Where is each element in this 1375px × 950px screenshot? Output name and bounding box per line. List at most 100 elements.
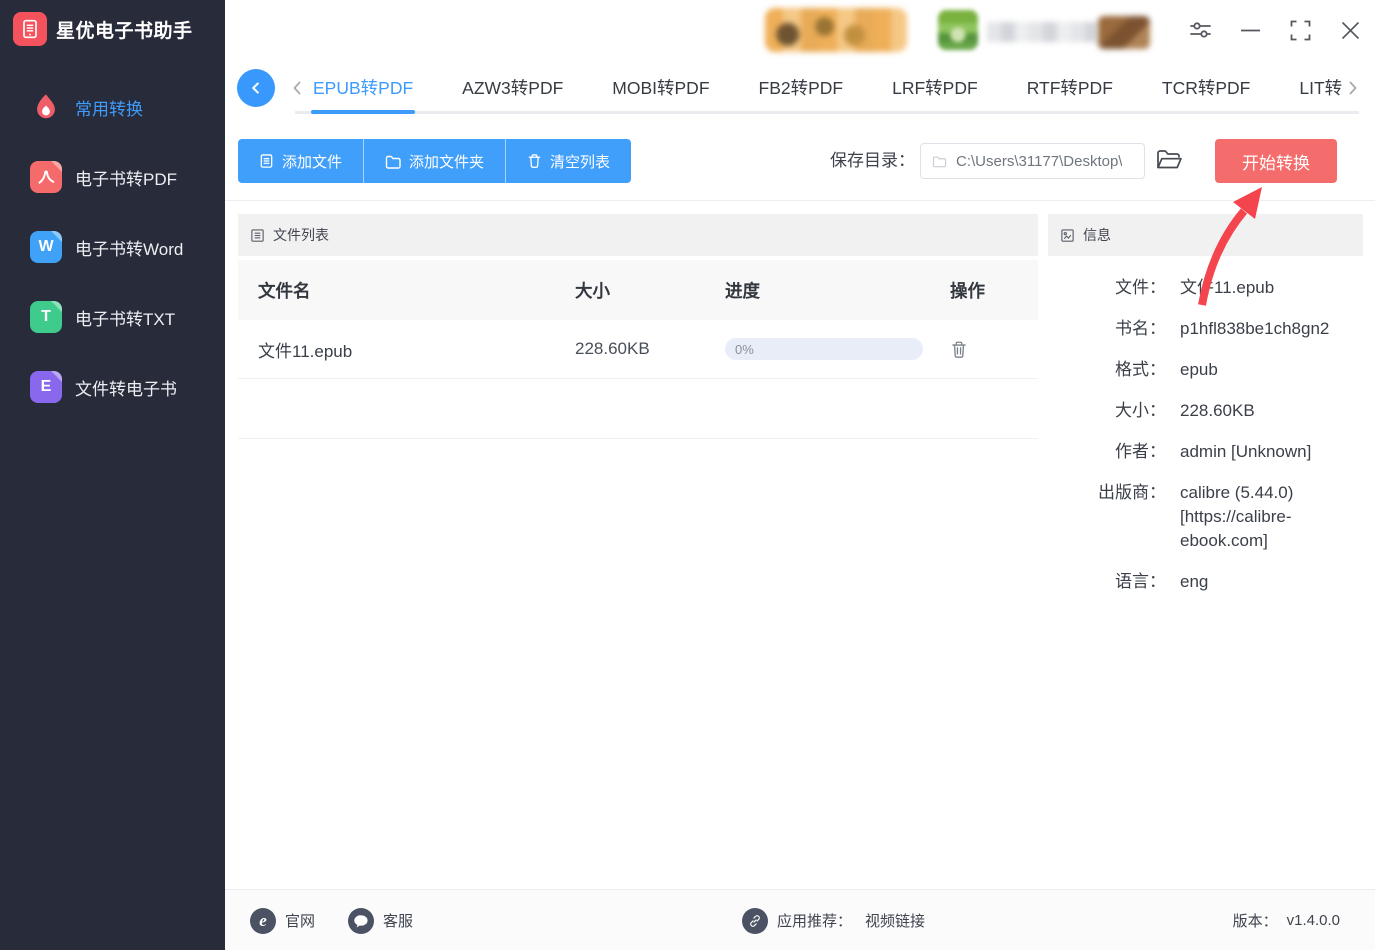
maximize-icon[interactable] [1289, 19, 1312, 42]
column-progress: 进度 [725, 278, 950, 303]
divider [225, 200, 1375, 201]
add-file-button[interactable]: 添加文件 [238, 139, 364, 183]
censored-user-badge [1098, 16, 1150, 49]
column-action: 操作 [950, 278, 1038, 303]
footer: e 官网 客服 应用推荐： [225, 889, 1375, 950]
flame-icon [30, 91, 62, 123]
tabs-scroll-left-icon[interactable] [291, 60, 303, 115]
progress-value: 0% [735, 342, 754, 357]
tab-mobi-to-pdf[interactable]: MOBI转PDF [612, 75, 709, 100]
sidebar-item-label: 电子书转TXT [75, 305, 175, 330]
info-row-format: 格式： epub [1048, 358, 1363, 382]
ebook-file-icon: E [30, 371, 62, 403]
tabs-scroll-right-icon[interactable] [1347, 60, 1359, 115]
file-list-panel: 文件列表 文件名 大小 进度 操作 文件11.epub 228.60KB 0% [238, 214, 1038, 875]
column-filename: 文件名 [238, 278, 575, 303]
start-convert-button[interactable]: 开始转换 [1215, 139, 1337, 183]
ereader-glyph [18, 17, 42, 41]
sidebar-menu: 常用转换 电子书转PDF W 电子书转Word T [0, 72, 225, 422]
sidebar-item-label: 电子书转PDF [75, 165, 177, 190]
info-row-file: 文件： 文件11.epub [1048, 276, 1363, 300]
sidebar-item-ebook-to-pdf[interactable]: 电子书转PDF [0, 142, 225, 212]
tab-tcr-to-pdf[interactable]: TCR转PDF [1162, 75, 1250, 100]
trash-icon [527, 153, 542, 169]
app-recommend: 应用推荐： 视频链接 [742, 890, 925, 950]
file-size: 228.60KB [575, 339, 725, 359]
table-header: 文件名 大小 进度 操作 [238, 260, 1038, 320]
titlebar [225, 0, 1375, 60]
info-title: 信息 [1083, 225, 1111, 245]
window-controls [1189, 0, 1362, 60]
tab-azw3-to-pdf[interactable]: AZW3转PDF [462, 75, 563, 100]
video-link[interactable]: 视频链接 [865, 910, 925, 931]
app-logo-icon [13, 12, 47, 46]
info-row-publisher: 出版商： calibre (5.44.0) [https://calibre-e… [1048, 481, 1363, 553]
sidebar-item-ebook-to-word[interactable]: W 电子书转Word [0, 212, 225, 282]
file-list-header: 文件列表 [238, 214, 1038, 256]
back-button[interactable] [237, 69, 275, 107]
folder-icon [385, 154, 401, 169]
sidebar-item-label: 电子书转Word [75, 235, 183, 260]
info-row-size: 大小： 228.60KB [1048, 399, 1363, 423]
tab-lrf-to-pdf[interactable]: LRF转PDF [892, 75, 978, 100]
sidebar-item-common-convert[interactable]: 常用转换 [0, 72, 225, 142]
tab-rtf-to-pdf[interactable]: RTF转PDF [1027, 75, 1113, 100]
app-title: 星优电子书助手 [56, 16, 193, 43]
recommend-label: 应用推荐： [777, 910, 852, 931]
sidebar-item-file-to-ebook[interactable]: E 文件转电子书 [0, 352, 225, 422]
add-folder-button[interactable]: 添加文件夹 [364, 139, 506, 183]
file-actions: 添加文件 添加文件夹 清空列表 [238, 139, 631, 183]
browser-icon: e [250, 908, 276, 934]
info-panel: 信息 文件： 文件11.epub 书名： p1hfl838be1ch8gn2 格… [1048, 214, 1363, 875]
file-list-title: 文件列表 [273, 225, 329, 245]
info-header: 信息 [1048, 214, 1363, 256]
close-icon[interactable] [1339, 19, 1362, 42]
info-fields: 文件： 文件11.epub 书名： p1hfl838be1ch8gn2 格式： … [1048, 256, 1363, 594]
txt-file-icon: T [30, 301, 62, 333]
version-info: 版本： v1.4.0.0 [1233, 890, 1340, 950]
sidebar: 星优电子书助手 常用转换 电子书转PDF [0, 0, 225, 950]
file-name: 文件11.epub [238, 337, 575, 362]
save-dir-label: 保存目录： [830, 139, 915, 183]
save-dir-value: C:\Users\31177\Desktop\ [956, 153, 1122, 170]
tabs: EPUB转PDF AZW3转PDF MOBI转PDF FB2转PDF LRF转P… [313, 60, 1342, 115]
chat-icon [348, 908, 374, 934]
support-link[interactable]: 客服 [348, 890, 413, 950]
sidebar-item-label: 文件转电子书 [75, 375, 177, 400]
pdf-file-icon [30, 161, 62, 193]
info-row-author: 作者： admin [Unknown] [1048, 440, 1363, 464]
word-file-icon: W [30, 231, 62, 263]
tab-lit-to-pdf[interactable]: LIT转 [1299, 75, 1342, 100]
browse-folder-icon[interactable] [1155, 147, 1184, 177]
folder-icon [932, 155, 947, 168]
save-dir-input[interactable]: C:\Users\31177\Desktop\ [920, 143, 1145, 179]
progress-bar: 0% [725, 338, 923, 360]
tune-icon[interactable] [1189, 19, 1212, 42]
info-row-language: 语言： eng [1048, 570, 1363, 594]
table-row-empty [238, 379, 1038, 439]
version-value: v1.4.0.0 [1287, 912, 1340, 929]
toolbar: 添加文件 添加文件夹 清空列表 保存目录： [225, 139, 1375, 183]
avatar[interactable] [938, 10, 978, 50]
tab-epub-to-pdf[interactable]: EPUB转PDF [313, 75, 413, 100]
info-card-icon [1060, 228, 1075, 243]
column-size: 大小 [575, 278, 725, 303]
version-label: 版本： [1233, 910, 1278, 931]
clear-list-button[interactable]: 清空列表 [506, 139, 631, 183]
tab-bar: EPUB转PDF AZW3转PDF MOBI转PDF FB2转PDF LRF转P… [225, 60, 1375, 115]
info-row-bookname: 书名： p1hfl838be1ch8gn2 [1048, 317, 1363, 341]
main-area: EPUB转PDF AZW3转PDF MOBI转PDF FB2转PDF LRF转P… [225, 0, 1375, 950]
censored-username [987, 22, 1097, 42]
brand: 星优电子书助手 [0, 0, 225, 46]
link-icon [742, 908, 768, 934]
censored-promo-badge[interactable] [765, 8, 907, 52]
app-window: 星优电子书助手 常用转换 电子书转PDF [0, 0, 1375, 950]
website-link[interactable]: e 官网 [250, 890, 315, 950]
sidebar-item-ebook-to-txt[interactable]: T 电子书转TXT [0, 282, 225, 352]
list-icon [250, 228, 265, 243]
minimize-icon[interactable] [1239, 19, 1262, 42]
table-row: 文件11.epub 228.60KB 0% [238, 320, 1038, 379]
delete-row-icon[interactable] [950, 340, 970, 359]
tab-fb2-to-pdf[interactable]: FB2转PDF [759, 75, 844, 100]
sidebar-item-label: 常用转换 [75, 95, 143, 120]
